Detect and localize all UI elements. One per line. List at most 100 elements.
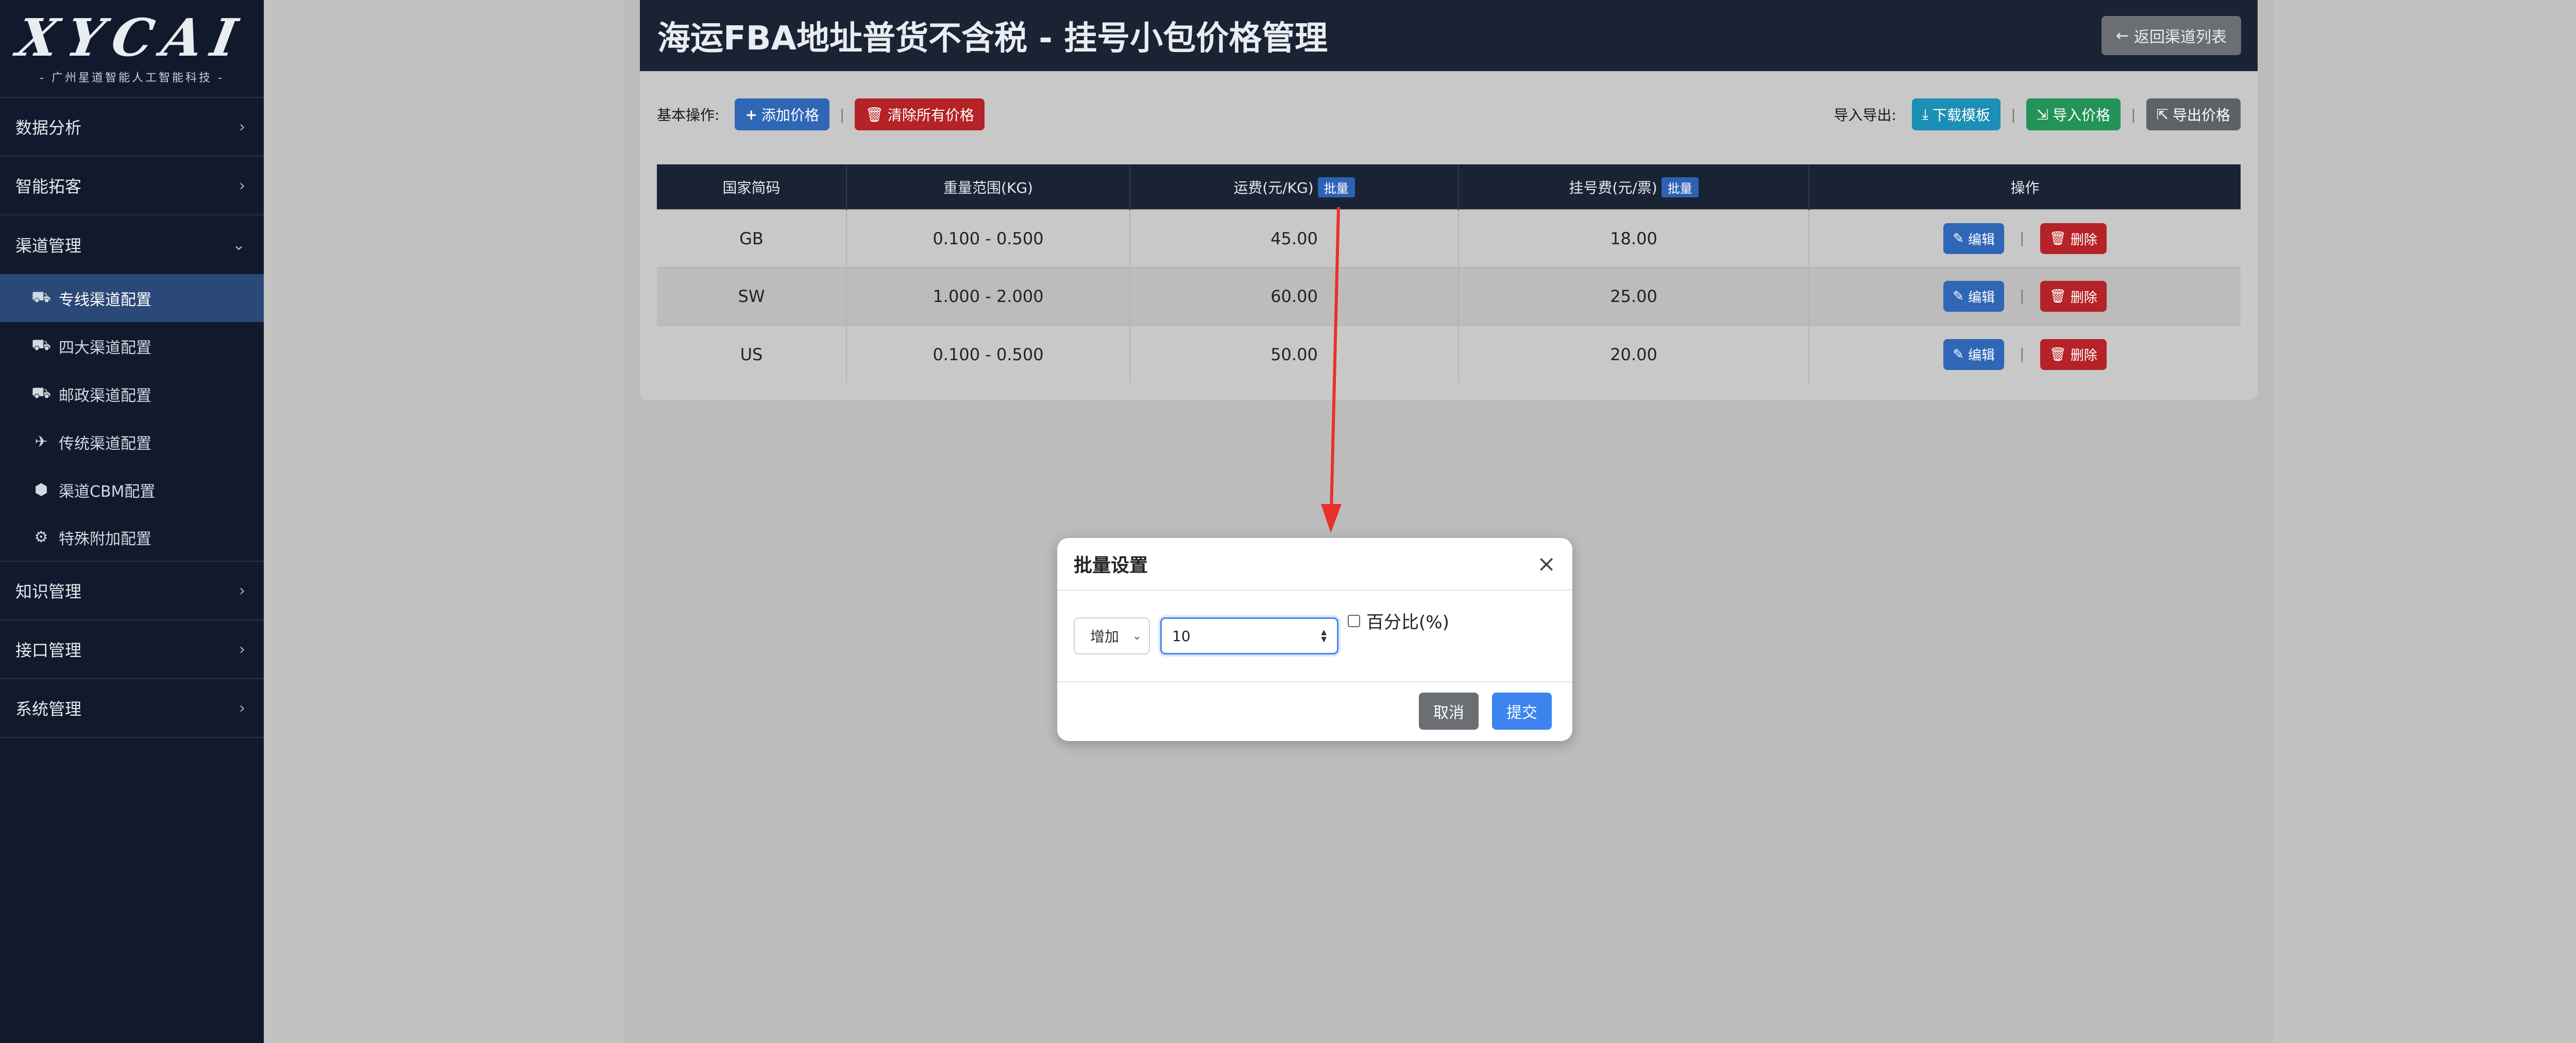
header-label: 挂号费(元/票) [1569,179,1657,196]
close-icon[interactable]: × [1537,551,1556,577]
cell-freight: 50.00 [1130,325,1459,383]
download-template-button[interactable]: ⤓ 下载模板 [1911,98,2001,130]
download-template-label: 下载模板 [1933,107,1991,124]
freight-batch-button[interactable]: 批量 [1317,177,1355,197]
cell-reg-fee: 18.00 [1459,209,1809,267]
edit-label: 编辑 [1968,232,1995,248]
modal-body: 增加 ⌄ 10 ▲ ▼ 百分比(%) [1057,591,1572,682]
edit-button[interactable]: ✎ 编辑 [1943,223,2004,254]
clear-all-label: 清除所有价格 [887,107,974,124]
chevron-right-icon: › [239,581,245,600]
add-price-button[interactable]: + 添加价格 [735,98,829,130]
cell-country: SW [657,267,847,325]
header-freight: 运费(元/KG) 批量 [1130,164,1459,210]
edit-label: 编辑 [1968,290,1995,306]
divider: | [2020,229,2025,246]
truck-icon: ⛟ [31,288,51,306]
import-price-label: 导入价格 [2053,107,2111,124]
trash-icon: 🗑 [2049,289,2066,304]
cell-reg-fee: 25.00 [1459,267,1809,325]
sidebar-item-label: 邮政渠道配置 [59,386,151,405]
menu-data-analysis[interactable]: 数据分析 › [0,98,264,157]
truck-icon: ⛟ [31,384,51,402]
divider: | [2020,345,2025,362]
menu-system-management[interactable]: 系统管理 › [0,679,264,738]
logo: XYCAI - 广州星道智能人工智能科技 - [0,0,264,98]
chevron-right-icon: › [239,640,245,659]
divider: | [839,106,845,123]
header-label: 重量范围(KG) [943,179,1033,196]
cancel-button[interactable]: 取消 [1419,693,1479,730]
delete-button[interactable]: 🗑 删除 [2040,281,2107,312]
sidebar-item-channel-cbm[interactable]: ⬢ 渠道CBM配置 [0,466,264,514]
edit-button[interactable]: ✎ 编辑 [1943,281,2004,312]
menu-api-management[interactable]: 接口管理 › [0,620,264,679]
delete-label: 删除 [2070,348,2097,363]
add-price-label: 添加价格 [761,107,819,124]
percent-checkbox[interactable] [1348,614,1360,627]
header-label: 国家简码 [722,179,781,196]
import-price-button[interactable]: ⇲ 导入价格 [2026,98,2121,130]
percent-option[interactable]: 百分比(%) [1348,608,1449,633]
header-country-code: 国家简码 [657,164,847,210]
chevron-right-icon: › [239,699,245,717]
trash-icon: 🗑 [2049,231,2066,246]
price-table: 国家简码 重量范围(KG) 运费(元/KG) 批量 挂号费(元/票) 批量 操作 G… [657,164,2241,383]
arrow-left-icon: ← [2115,26,2129,45]
percent-label: 百分比(%) [1366,612,1449,633]
sidebar-item-traditional-channel[interactable]: ✈ 传统渠道配置 [0,418,264,466]
chevron-right-icon: › [239,117,245,136]
cell-weight: 0.100 - 0.500 [846,209,1130,267]
import-export-label: 导入导出: [1834,107,1896,124]
menu-label: 渠道管理 [15,236,82,256]
logo-subtitle: - 广州星道智能人工智能科技 - [40,72,224,85]
cell-actions: ✎ 编辑 | 🗑 删除 [1809,209,2241,267]
edit-icon: ✎ [1953,231,1964,246]
table-row: GB 0.100 - 0.500 45.00 18.00 ✎ 编辑 | 🗑 删除 [657,209,2241,267]
sidebar-item-big-four-channel[interactable]: ⛟ 四大渠道配置 [0,322,264,370]
sidebar-item-special-surcharge[interactable]: ⚙ 特殊附加配置 [0,514,264,562]
reg-fee-batch-button[interactable]: 批量 [1661,177,1699,197]
operation-select-value: 增加 [1090,628,1120,645]
delete-button[interactable]: 🗑 删除 [2040,223,2107,254]
download-icon: ⤓ [1922,106,1929,123]
menu-label: 系统管理 [15,699,82,719]
amount-input[interactable]: 10 ▲ ▼ [1160,617,1338,654]
sidebar-item-postal-channel[interactable]: ⛟ 邮政渠道配置 [0,370,264,418]
modal-title: 批量设置 [1074,555,1148,576]
delete-button[interactable]: 🗑 删除 [2040,339,2107,370]
operation-select[interactable]: 增加 ⌄ [1074,617,1150,654]
menu-label: 智能拓客 [15,177,82,196]
menu-knowledge-management[interactable]: 知识管理 › [0,562,264,620]
sidebar-item-dedicated-channel[interactable]: ⛟ 专线渠道配置 [0,274,264,322]
truck-icon: ⛟ [31,336,51,354]
page-header: 海运FBA地址普货不含税 - 挂号小包价格管理 ← 返回渠道列表 [640,0,2258,71]
gear-icon: ⚙ [34,528,48,546]
export-price-button[interactable]: ⇱ 导出价格 [2146,98,2241,130]
edit-button[interactable]: ✎ 编辑 [1943,339,2004,370]
submit-button[interactable]: 提交 [1492,693,1552,730]
logo-text: XYCAI [13,7,251,68]
table-row: US 0.100 - 0.500 50.00 20.00 ✎ 编辑 | 🗑 删除 [657,325,2241,383]
basic-operations-label: 基本操作: [657,107,720,124]
basic-operations-group: 基本操作: + 添加价格 | 🗑 清除所有价格 [657,98,985,130]
clear-all-prices-button[interactable]: 🗑 清除所有价格 [855,98,985,130]
sidebar: XYCAI - 广州星道智能人工智能科技 - 数据分析 › 智能拓客 › 渠道管… [0,0,264,1043]
chevron-down-icon: ⌄ [1132,629,1142,643]
menu-channel-management[interactable]: 渠道管理 ⌄ [0,215,264,274]
spinner-icon[interactable]: ▲ ▼ [1321,629,1327,643]
file-import-icon: ⇲ [2036,106,2049,123]
cell-actions: ✎ 编辑 | 🗑 删除 [1809,267,2241,325]
header-label: 操作 [2010,179,2040,196]
back-to-channel-list-button[interactable]: ← 返回渠道列表 [2101,16,2241,55]
edit-icon: ✎ [1953,346,1964,362]
export-price-label: 导出价格 [2172,107,2230,124]
menu-smart-prospecting[interactable]: 智能拓客 › [0,157,264,215]
divider: | [2020,287,2025,304]
header-registration-fee: 挂号费(元/票) 批量 [1459,164,1809,210]
cell-freight: 60.00 [1130,267,1459,325]
modal-footer: 取消 提交 [1057,682,1572,740]
header-weight-range: 重量范围(KG) [846,164,1130,210]
sidebar-item-label: 渠道CBM配置 [59,482,156,501]
back-button-label: 返回渠道列表 [2134,28,2227,46]
